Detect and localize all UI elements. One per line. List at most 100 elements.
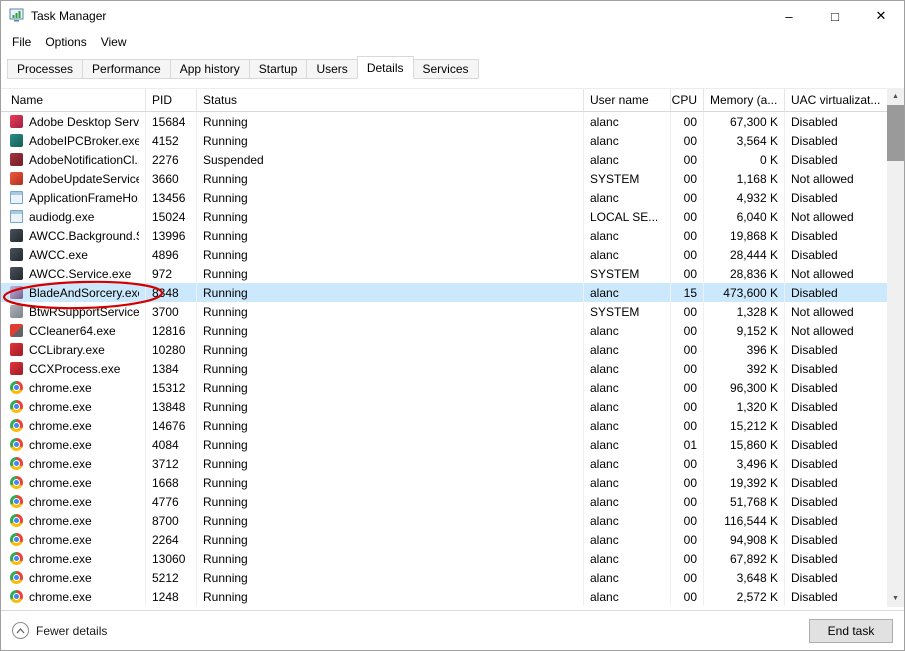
app-window-icon [10, 210, 23, 223]
table-row[interactable]: chrome.exe 13060 Running alanc 00 67,892 K Dis… [1, 549, 887, 568]
cell-memory: 1,320 K [704, 397, 785, 416]
table-row[interactable]: AWCC.Service.exe 972 Running SYSTEM 00 28,836… [1, 264, 887, 283]
maximize-button[interactable]: □ [812, 1, 858, 31]
cell-uac: Disabled [791, 361, 838, 376]
cell-uac: Disabled [791, 190, 838, 205]
process-name: chrome.exe [29, 456, 92, 471]
process-name: chrome.exe [29, 418, 92, 433]
table-row[interactable]: Adobe Desktop Servi... 15684Runningalanc0… [1, 112, 887, 131]
process-name: AdobeUpdateService... [29, 171, 139, 186]
cell-user: alanc [584, 549, 671, 568]
chrome-icon [10, 552, 23, 565]
cell-user: alanc [584, 397, 671, 416]
cell-memory: 96,300 K [704, 378, 785, 397]
table-row[interactable]: chrome.exe 8700 Running alanc 00 116,544 K Dis… [1, 511, 887, 530]
scroll-down-icon[interactable]: ▼ [887, 590, 904, 607]
cell-pid: 1668 [146, 473, 197, 492]
table-row[interactable]: AdobeNotificationCl... 2276 Suspended alanc… [1, 150, 887, 169]
tab-users[interactable]: Users [306, 59, 358, 79]
process-name: chrome.exe [29, 437, 92, 452]
column-header-status[interactable]: Status [197, 89, 584, 111]
table-row[interactable]: chrome.exe 1248 Running alanc 00 2,572 K Disab… [1, 587, 887, 606]
table-row[interactable]: chrome.exe 2264 Running alanc 00 94,908 K Disa… [1, 530, 887, 549]
table-row[interactable]: CCLibrary.exe 10280 Running alanc 00 396 K Dis… [1, 340, 887, 359]
table-row[interactable]: AWCC.exe 4896 Running alanc 00 28,444 K Disabl… [1, 245, 887, 264]
tab-app-history[interactable]: App history [169, 59, 250, 79]
vertical-scrollbar[interactable]: ▲ ▼ [887, 88, 904, 607]
cell-pid: 13456 [146, 188, 197, 207]
cell-uac: Disabled [791, 380, 838, 395]
cell-memory: 94,908 K [704, 530, 785, 549]
table-row[interactable]: ApplicationFrameHo... 13456 Running alanc 00… [1, 188, 887, 207]
table-row[interactable]: AdobeUpdateService... 3660RunningSYSTEM00… [1, 169, 887, 188]
process-name: chrome.exe [29, 570, 92, 585]
table-row[interactable]: CCleaner64.exe 12816 Running alanc 00 9,152 K… [1, 321, 887, 340]
tab-details[interactable]: Details [356, 56, 414, 79]
table-row[interactable]: chrome.exe 1668 Running alanc 00 19,392 K Disa… [1, 473, 887, 492]
cell-uac: Disabled [791, 399, 838, 414]
table-row[interactable]: CCXProcess.exe 1384 Running alanc 00 392 K Dis… [1, 359, 887, 378]
table-row[interactable]: AWCC.Background.S... 13996Runningalanc001… [1, 226, 887, 245]
cell-memory: 2,572 K [704, 587, 785, 606]
cell-cpu: 00 [671, 397, 704, 416]
column-header-cpu[interactable]: CPU [671, 89, 704, 111]
scroll-up-icon[interactable]: ▲ [887, 88, 904, 105]
table-row[interactable]: BladeAndSorcery.exe 8348 Running alanc 15 473… [1, 283, 887, 302]
fewer-details-toggle[interactable]: Fewer details [12, 622, 107, 639]
tab-processes[interactable]: Processes [7, 59, 84, 79]
tab-startup[interactable]: Startup [248, 59, 308, 79]
table-row[interactable]: chrome.exe 4084 Running alanc 01 15,860 K Disa… [1, 435, 887, 454]
table-row[interactable]: chrome.exe 3712 Running alanc 00 3,496 K Disab… [1, 454, 887, 473]
cell-memory: 3,564 K [704, 131, 785, 150]
table-row[interactable]: AdobeIPCBroker.exe 4152 Running alanc 00 3,56… [1, 131, 887, 150]
cell-status: Running [197, 587, 584, 606]
menu-item-file[interactable]: File [5, 31, 38, 53]
menu-item-view[interactable]: View [94, 31, 134, 53]
column-header-pid[interactable]: PID [146, 89, 197, 111]
scrollbar-thumb[interactable] [887, 105, 904, 161]
cell-name: ApplicationFrameHo... [1, 188, 146, 207]
cell-status: Running [197, 188, 584, 207]
process-name: AWCC.Background.S... [29, 228, 139, 243]
table-row[interactable]: chrome.exe 5212 Running alanc 00 3,648 K Disab… [1, 568, 887, 587]
close-button[interactable]: ✕ [858, 1, 904, 31]
tab-performance[interactable]: Performance [82, 59, 171, 79]
process-name: Adobe Desktop Servi... [29, 114, 139, 129]
tab-services[interactable]: Services [412, 59, 479, 79]
cell-cpu: 00 [671, 340, 704, 359]
column-header-name[interactable]: Name [1, 89, 146, 111]
cell-uac: Disabled [791, 437, 838, 452]
table-row[interactable]: BtwRSupportService.... 3700RunningSYSTEM0… [1, 302, 887, 321]
chrome-icon [10, 419, 23, 432]
process-name: AdobeIPCBroker.exe [29, 133, 139, 148]
cell-user: SYSTEM [584, 264, 671, 283]
minimize-button[interactable]: – [766, 1, 812, 31]
column-header-uac[interactable]: UAC virtualizat... [785, 89, 887, 111]
cell-memory: 3,496 K [704, 454, 785, 473]
end-task-button[interactable]: End task [809, 618, 893, 643]
cell-status: Running [197, 397, 584, 416]
menu-bar: File Options View [1, 31, 904, 53]
table-row[interactable]: chrome.exe 13848 Running alanc 00 1,320 K Disa… [1, 397, 887, 416]
cell-name: chrome.exe [1, 473, 146, 492]
cell-status: Running [197, 530, 584, 549]
process-name: audiodg.exe [29, 209, 95, 224]
cell-user: alanc [584, 321, 671, 340]
scrollbar-track[interactable] [887, 161, 904, 590]
process-table: Name PID Status User name CPU Memory (a... UAC… [1, 88, 887, 606]
table-row[interactable]: audiodg.exe 15024 Running LOCAL SE... 00 6,04… [1, 207, 887, 226]
column-header-user[interactable]: User name [584, 89, 671, 111]
process-name: chrome.exe [29, 399, 92, 414]
table-row[interactable]: chrome.exe 4776 Running alanc 00 51,768 K Disa… [1, 492, 887, 511]
cell-user: SYSTEM [584, 302, 671, 321]
cell-cpu: 00 [671, 112, 704, 131]
column-header-memory[interactable]: Memory (a... [704, 89, 785, 111]
menu-item-options[interactable]: Options [38, 31, 93, 53]
table-row[interactable]: chrome.exe 14676 Running alanc 00 15,212 K Dis… [1, 416, 887, 435]
cell-name: CCleaner64.exe [1, 321, 146, 340]
cell-pid: 15312 [146, 378, 197, 397]
cell-memory: 15,860 K [704, 435, 785, 454]
table-row[interactable]: chrome.exe 15312 Running alanc 00 96,300 K Dis… [1, 378, 887, 397]
cell-uac: Not allowed [791, 171, 854, 186]
process-name: chrome.exe [29, 551, 92, 566]
